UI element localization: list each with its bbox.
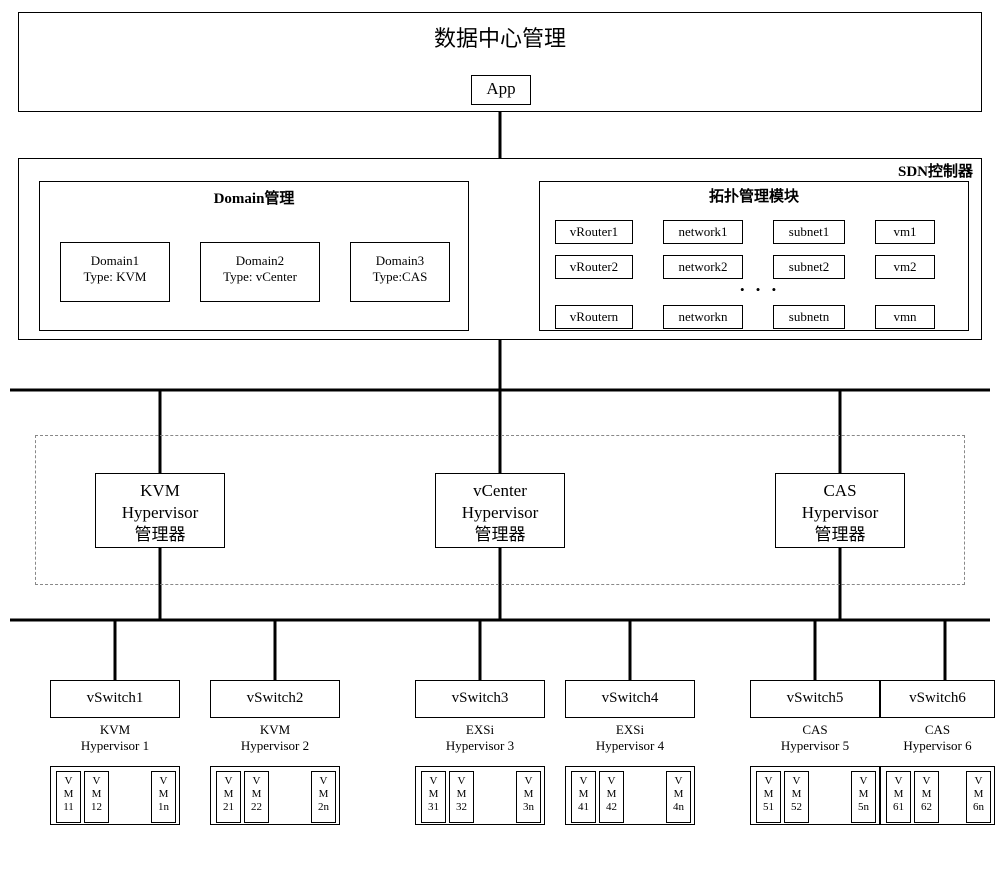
vcenter-sub: Hypervisor: [436, 502, 564, 524]
domain-item-3: Domain3 Type:CAS: [350, 242, 450, 302]
subnet1-box: subnet1: [773, 220, 845, 244]
vm-box: VM32: [449, 771, 474, 823]
vm2-box: vm2: [875, 255, 935, 279]
sdn-title: SDN控制器: [898, 163, 973, 183]
hypervisor-label-box: EXSi Hypervisor 4: [565, 717, 695, 767]
domain3-type: Type:CAS: [351, 269, 449, 285]
domain2-type: Type: vCenter: [201, 269, 319, 285]
domain-title: Domain管理: [40, 190, 468, 210]
kvm-name: KVM: [96, 480, 224, 502]
cas-name: CAS: [776, 480, 904, 502]
domain1-type: Type: KVM: [61, 269, 169, 285]
vm-box: VM41: [571, 771, 596, 823]
vswitch-label: vSwitch4: [566, 689, 694, 709]
app-label: App: [486, 79, 515, 98]
networkn-box: networkn: [663, 305, 743, 329]
kvm-sub: Hypervisor: [96, 502, 224, 524]
vm-box: VM11: [56, 771, 81, 823]
hv-line2: Hypervisor 3: [415, 738, 545, 754]
vswitch-label: vSwitch1: [51, 689, 179, 709]
vm-box: VM61: [886, 771, 911, 823]
vm-box: VM6n: [966, 771, 991, 823]
hv-line1: CAS: [880, 722, 995, 738]
domain1-name: Domain1: [61, 253, 169, 269]
vm1-box: vm1: [875, 220, 935, 244]
cas-hypervisor-box: CAS Hypervisor 管理器: [775, 473, 905, 548]
vm-box: VM51: [756, 771, 781, 823]
vm-box: VM12: [84, 771, 109, 823]
vm-box: VM4n: [666, 771, 691, 823]
vrouter1-box: vRouter1: [555, 220, 633, 244]
datacenter-title: 数据中心管理: [19, 25, 981, 54]
hv-line2: Hypervisor 6: [880, 738, 995, 754]
vmn-box: vmn: [875, 305, 935, 329]
vswitch-box-4: vSwitch4 EXSi Hypervisor 4 VM41VM42 VM4n: [565, 680, 695, 825]
sdn-controller-box: SDN控制器 Domain管理 Domain1 Type: KVM Domain…: [18, 158, 982, 340]
domain-item-2: Domain2 Type: vCenter: [200, 242, 320, 302]
network1-box: network1: [663, 220, 743, 244]
datacenter-mgmt-box: 数据中心管理 App: [18, 12, 982, 112]
vswitch-box-5: vSwitch5 CAS Hypervisor 5 VM51VM52 VM5n: [750, 680, 880, 825]
vrouter2-box: vRouter2: [555, 255, 633, 279]
hypervisor-label-box: CAS Hypervisor 5: [750, 717, 880, 767]
domain3-name: Domain3: [351, 253, 449, 269]
vm-box: VM2n: [311, 771, 336, 823]
hv-line1: EXSi: [565, 722, 695, 738]
hv-line1: KVM: [50, 722, 180, 738]
hv-line1: CAS: [750, 722, 880, 738]
hypervisor-label-box: CAS Hypervisor 6: [880, 717, 995, 767]
vswitch-label: vSwitch6: [881, 689, 994, 709]
vcenter-hypervisor-box: vCenter Hypervisor 管理器: [435, 473, 565, 548]
network2-box: network2: [663, 255, 743, 279]
hv-line1: EXSi: [415, 722, 545, 738]
hv-line1: KVM: [210, 722, 340, 738]
hv-line2: Hypervisor 5: [750, 738, 880, 754]
subnet2-box: subnet2: [773, 255, 845, 279]
vroutern-box: vRoutern: [555, 305, 633, 329]
vm-box: VM42: [599, 771, 624, 823]
kvm-mgr: 管理器: [96, 524, 224, 546]
vswitch-label: vSwitch5: [751, 689, 879, 709]
vswitch-label: vSwitch2: [211, 689, 339, 709]
vm-box: VM21: [216, 771, 241, 823]
vswitch-box-1: vSwitch1 KVM Hypervisor 1 VM11VM12 VM1n: [50, 680, 180, 825]
vswitch-label: vSwitch3: [416, 689, 544, 709]
cas-sub: Hypervisor: [776, 502, 904, 524]
vm-box: VM5n: [851, 771, 876, 823]
cas-mgr: 管理器: [776, 524, 904, 546]
vm-box: VM3n: [516, 771, 541, 823]
vswitch-box-3: vSwitch3 EXSi Hypervisor 3 VM31VM32 VM3n: [415, 680, 545, 825]
vm-box: VM1n: [151, 771, 176, 823]
hypervisor-label-box: KVM Hypervisor 2: [210, 717, 340, 767]
hv-line2: Hypervisor 4: [565, 738, 695, 754]
vswitch-box-6: vSwitch6 CAS Hypervisor 6 VM61VM62 VM6n: [880, 680, 995, 825]
topology-mgmt-box: 拓扑管理模块 vRouter1 network1 subnet1 vm1 vRo…: [539, 181, 969, 331]
kvm-hypervisor-box: KVM Hypervisor 管理器: [95, 473, 225, 548]
vm-box: VM22: [244, 771, 269, 823]
vswitch-box-2: vSwitch2 KVM Hypervisor 2 VM21VM22 VM2n: [210, 680, 340, 825]
domain-item-1: Domain1 Type: KVM: [60, 242, 170, 302]
vm-box: VM62: [914, 771, 939, 823]
hv-line2: Hypervisor 2: [210, 738, 340, 754]
subnetn-box: subnetn: [773, 305, 845, 329]
vcenter-name: vCenter: [436, 480, 564, 502]
app-box: App: [471, 75, 531, 105]
vcenter-mgr: 管理器: [436, 524, 564, 546]
hv-line2: Hypervisor 1: [50, 738, 180, 754]
hypervisor-label-box: EXSi Hypervisor 3: [415, 717, 545, 767]
topology-title: 拓扑管理模块: [540, 188, 968, 208]
vm-box: VM52: [784, 771, 809, 823]
domain2-name: Domain2: [201, 253, 319, 269]
vm-box: VM31: [421, 771, 446, 823]
topology-ellipsis: • • •: [740, 282, 780, 298]
domain-mgmt-box: Domain管理 Domain1 Type: KVM Domain2 Type:…: [39, 181, 469, 331]
hypervisor-label-box: KVM Hypervisor 1: [50, 717, 180, 767]
